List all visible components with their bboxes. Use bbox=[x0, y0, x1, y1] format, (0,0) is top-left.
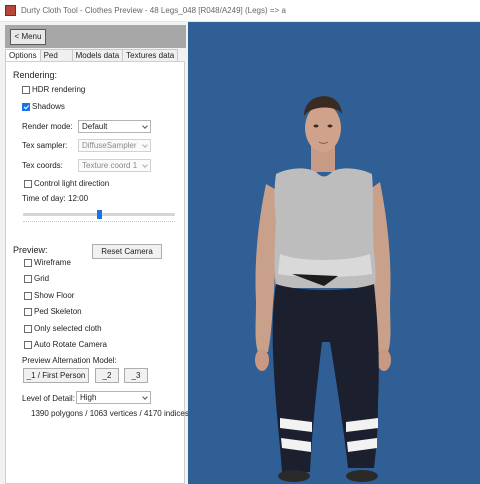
alt-model-3-button[interactable]: _3 bbox=[124, 368, 148, 383]
app-icon bbox=[5, 5, 16, 16]
level-of-detail-value: High bbox=[80, 393, 97, 402]
chevron-down-icon bbox=[142, 142, 148, 148]
alt-model-2-button[interactable]: _2 bbox=[95, 368, 119, 383]
tex-coords-value: Texture coord 1 bbox=[82, 161, 138, 170]
tex-coords-select[interactable]: Texture coord 1 bbox=[78, 159, 151, 172]
show-floor-checkbox[interactable] bbox=[24, 292, 32, 300]
alt-model-1-button[interactable]: _1 / First Person bbox=[23, 368, 89, 383]
title-bar: Durty Cloth Tool - Clothes Preview - 48 … bbox=[0, 0, 480, 22]
chevron-down-icon bbox=[142, 162, 148, 168]
control-light-direction-checkbox[interactable] bbox=[24, 180, 32, 188]
ped-skeleton-checkbox[interactable] bbox=[24, 308, 32, 316]
time-of-day-label: Time of day: bbox=[22, 194, 66, 203]
time-of-day-slider[interactable] bbox=[23, 210, 175, 219]
auto-rotate-camera-checkbox[interactable] bbox=[24, 341, 32, 349]
preview-heading: Preview: bbox=[13, 245, 48, 255]
menu-button[interactable]: < Menu bbox=[10, 29, 46, 45]
level-of-detail-select[interactable]: High bbox=[76, 391, 151, 404]
time-of-day-value: 12:00 bbox=[68, 194, 89, 203]
wireframe-checkbox[interactable] bbox=[24, 259, 32, 267]
tex-sampler-select[interactable]: DiffuseSampler bbox=[78, 139, 151, 152]
time-of-day-slider-thumb[interactable] bbox=[96, 210, 102, 219]
rendering-heading: Rendering: bbox=[13, 70, 58, 80]
show-floor-label: Show Floor bbox=[34, 291, 75, 300]
tab-ped[interactable]: Ped bbox=[39, 49, 73, 61]
time-of-day-ticks bbox=[23, 221, 175, 226]
tex-coords-label: Tex coords: bbox=[22, 161, 63, 170]
wireframe-label: Wireframe bbox=[34, 258, 71, 267]
tab-models-data[interactable]: Models data bbox=[71, 49, 124, 61]
chevron-down-icon bbox=[142, 394, 148, 400]
render-mode-select[interactable]: Default bbox=[78, 120, 151, 133]
window-title: Durty Cloth Tool - Clothes Preview - 48 … bbox=[21, 6, 286, 15]
only-selected-cloth-checkbox[interactable] bbox=[24, 325, 32, 333]
control-light-direction-label: Control light direction bbox=[34, 179, 110, 188]
render-mode-label: Render mode: bbox=[22, 122, 73, 131]
tex-sampler-label: Tex sampler: bbox=[22, 141, 68, 150]
chevron-down-icon bbox=[142, 123, 148, 129]
ped-skeleton-label: Ped Skeleton bbox=[34, 307, 82, 316]
grid-checkbox[interactable] bbox=[24, 275, 32, 283]
tex-sampler-value: DiffuseSampler bbox=[82, 141, 137, 150]
hdr-rendering-label: HDR rendering bbox=[32, 85, 86, 94]
3d-viewport[interactable] bbox=[188, 22, 480, 484]
shadows-label: Shadows bbox=[32, 102, 65, 111]
auto-rotate-camera-label: Auto Rotate Camera bbox=[34, 340, 107, 349]
grid-label: Grid bbox=[34, 274, 50, 283]
level-of-detail-label: Level of Detail: bbox=[22, 394, 75, 403]
reset-camera-button[interactable]: Reset Camera bbox=[92, 244, 162, 259]
tab-textures-data[interactable]: Textures data bbox=[122, 49, 179, 61]
mesh-stats: 1390 polygons / 1063 vertices / 4170 ind… bbox=[31, 409, 189, 418]
render-mode-value: Default bbox=[82, 122, 108, 131]
only-selected-cloth-label: Only selected cloth bbox=[34, 324, 102, 333]
shadows-checkbox[interactable] bbox=[22, 103, 30, 111]
preview-alternation-label: Preview Alternation Model: bbox=[22, 356, 117, 365]
hdr-rendering-checkbox[interactable] bbox=[22, 86, 30, 94]
character-model bbox=[255, 96, 391, 482]
